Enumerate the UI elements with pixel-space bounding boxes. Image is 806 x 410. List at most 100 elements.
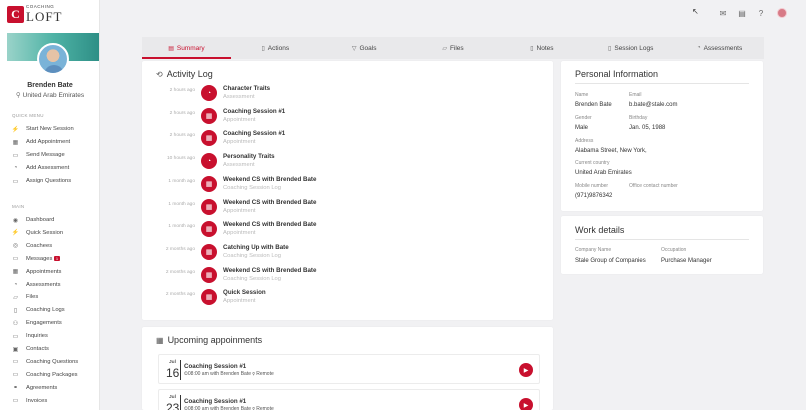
sidebar-nav-icon: ▭ bbox=[12, 359, 19, 366]
sidebar-nav-item[interactable]: ◎ Coachees bbox=[12, 241, 52, 251]
sidebar-nav-item[interactable]: ▭ Coaching Packages bbox=[12, 370, 78, 380]
tab-files[interactable]: ▱ Files bbox=[409, 37, 498, 59]
activity-title: Coaching Session #1 bbox=[223, 107, 286, 115]
sidebar: C COACHING LOFT Brenden Bate ⚲ United Ara… bbox=[0, 0, 100, 410]
activity-type-icon: ▦ bbox=[201, 107, 217, 124]
tab-summary[interactable]: ▤ Summary bbox=[142, 37, 231, 59]
activity-item[interactable]: 2 hours ago ◔ Character Traits Assessment bbox=[142, 85, 542, 107]
activity-type-icon: ▦ bbox=[201, 130, 217, 147]
activity-type: Coaching Session Log bbox=[223, 252, 282, 259]
activity-item[interactable]: 2 months ago ▦ Catching Up with Bate Coachi… bbox=[142, 243, 542, 266]
sidebar-nav-icon: ⚇ bbox=[12, 320, 19, 327]
activity-type: Coaching Session Log bbox=[223, 275, 282, 282]
mobile-value: (971)9876342 bbox=[575, 193, 613, 199]
birthday-label: Birthday bbox=[629, 115, 648, 121]
quick-menu-item[interactable]: ▦ Add Appointment bbox=[12, 137, 71, 147]
sidebar-nav-item[interactable]: ▣ Contacts bbox=[12, 344, 49, 354]
activity-type: Appointment bbox=[223, 230, 256, 237]
quick-menu-item[interactable]: ⚡ Start New Session bbox=[12, 124, 74, 134]
activity-time: 1 month ago bbox=[168, 178, 195, 184]
activity-title: Personality Traits bbox=[223, 153, 275, 161]
activity-title: Quick Session bbox=[223, 289, 266, 297]
sidebar-nav-icon: ▣ bbox=[12, 346, 19, 353]
activity-item[interactable]: 2 hours ago ▦ Coaching Session #1 Appointme… bbox=[142, 107, 542, 130]
activity-item[interactable]: 2 months ago ▦ Weekend CS with Brended Bat… bbox=[142, 266, 542, 289]
divider bbox=[575, 83, 749, 84]
sidebar-nav-item[interactable]: ▯ Coaching Logs bbox=[12, 305, 65, 315]
sidebar-nav-item[interactable]: ▱ Files bbox=[12, 292, 38, 302]
work-details-card: Work details Company Name Stale Group of… bbox=[561, 216, 763, 274]
address-value: Alabama Street, New York, bbox=[575, 148, 647, 154]
activity-type: Assessment bbox=[223, 94, 255, 100]
play-icon[interactable]: ▶ bbox=[519, 363, 533, 377]
sidebar-nav-item[interactable]: ⚭ Agreements bbox=[12, 383, 57, 393]
appointment-divider bbox=[180, 360, 181, 380]
appointment-month: Jul bbox=[169, 395, 176, 400]
help-icon[interactable]: ? bbox=[756, 8, 766, 18]
main-menu-label: MAIN bbox=[12, 204, 25, 209]
brand-logo[interactable]: C COACHING LOFT bbox=[7, 5, 63, 23]
book-icon[interactable]: ▤ bbox=[737, 8, 747, 18]
tab-notes[interactable]: ▯ Notes bbox=[497, 37, 586, 59]
work-details-title: Work details bbox=[575, 225, 625, 235]
activity-type: Appointment bbox=[223, 298, 256, 305]
activity-type-icon: ▦ bbox=[201, 221, 217, 238]
sidebar-nav-item[interactable]: ⚡ Quick Session bbox=[12, 228, 63, 238]
activity-item[interactable]: 1 month ago ▦ Weekend CS with Brended Bate… bbox=[142, 221, 542, 243]
activity-time: 2 months ago bbox=[165, 269, 195, 275]
sidebar-nav-item[interactable]: ◔ Assessments bbox=[12, 280, 61, 290]
tab-assessments[interactable]: ◔ Assessments bbox=[675, 37, 764, 59]
appointment-item[interactable]: Jul 23 Coaching Session #1 ⏲08:00 am with B… bbox=[158, 389, 540, 410]
activity-item[interactable]: 2 hours ago ▦ Coaching Session #1 Appointme… bbox=[142, 130, 542, 152]
sidebar-nav-item[interactable]: ▭ Invoices bbox=[12, 396, 48, 406]
activity-type-icon: ▦ bbox=[201, 289, 217, 306]
sidebar-nav-icon: ◔ bbox=[13, 281, 18, 288]
sidebar-nav-label: Files bbox=[26, 294, 39, 301]
tab-session-logs[interactable]: ▯ Session Logs bbox=[586, 37, 675, 59]
quick-menu-item[interactable]: ◔ Add Assessment bbox=[12, 163, 70, 173]
sidebar-nav-label: Contacts bbox=[26, 346, 49, 352]
tab-actions[interactable]: ▯ Actions bbox=[231, 37, 320, 59]
activity-time: 2 hours ago bbox=[169, 88, 195, 93]
activity-item[interactable]: 1 month ago ▦ Weekend CS with Brended Bate… bbox=[142, 175, 542, 198]
activity-item[interactable]: 2 months ago ▦ Quick Session Appointment bbox=[142, 289, 542, 311]
sidebar-nav-icon: ▯ bbox=[13, 307, 18, 314]
birthday-value: Jan. 05, 1988 bbox=[629, 125, 666, 131]
sidebar-nav-item[interactable]: ▭ Messages 1 bbox=[12, 254, 60, 264]
sidebar-nav-label: Assessments bbox=[26, 281, 61, 288]
activity-item[interactable]: 1 month ago ▦ Weekend CS with Brended Bate… bbox=[142, 198, 542, 221]
appointment-item[interactable]: Jul 16 Coaching Session #1 ⏲08:00 am with B… bbox=[158, 354, 540, 384]
quick-menu-item[interactable]: ▭ Assign Questions bbox=[12, 176, 71, 186]
activity-title: Weekend CS with Brended Bate bbox=[223, 221, 317, 229]
activity-type-icon: ▦ bbox=[201, 175, 217, 192]
sidebar-nav-item[interactable]: ◉ Dashboard bbox=[12, 215, 54, 225]
tab-icon: ▽ bbox=[351, 45, 357, 52]
sidebar-nav-item[interactable]: ▭ Inquiries bbox=[12, 331, 48, 341]
avatar[interactable] bbox=[37, 43, 69, 75]
play-icon[interactable]: ▶ bbox=[519, 398, 533, 410]
activity-type-icon: ◔ bbox=[201, 85, 217, 101]
tab-icon: ▤ bbox=[168, 45, 174, 52]
quick-menu-label: Add Appointment bbox=[26, 139, 71, 145]
activity-type: Appointment bbox=[223, 139, 256, 146]
notification-icon[interactable]: ✉ bbox=[718, 8, 728, 18]
occupation-label: Occupation bbox=[661, 247, 687, 253]
sidebar-nav-item[interactable]: ⚇ Engagements bbox=[12, 318, 62, 328]
tab-goals[interactable]: ▽ Goals bbox=[320, 37, 409, 59]
profile-name: Brenden Bate bbox=[27, 82, 73, 89]
activity-item[interactable]: 10 hours ago ◔ Personality Traits Assessmen… bbox=[142, 153, 542, 175]
activity-type-icon: ◔ bbox=[201, 153, 217, 170]
sidebar-nav-icon: ◉ bbox=[12, 217, 19, 224]
activity-time: 2 hours ago bbox=[169, 133, 195, 139]
activity-title: Weekend CS with Brended Bate bbox=[223, 198, 317, 206]
user-avatar[interactable] bbox=[777, 8, 787, 18]
activity-time: 2 months ago bbox=[165, 246, 195, 252]
location-pin-icon: ⚲ bbox=[15, 92, 21, 99]
sidebar-nav-item[interactable]: ▭ Coaching Questions bbox=[12, 357, 79, 367]
quick-menu-item[interactable]: ▭ Send Message bbox=[12, 150, 65, 160]
sidebar-nav-icon: ⚭ bbox=[12, 385, 19, 392]
sidebar-nav-item[interactable]: ▦ Appointments bbox=[12, 267, 62, 277]
sidebar-nav-icon: ▭ bbox=[12, 256, 19, 263]
activity-type: Appointment bbox=[223, 207, 256, 214]
activity-title: Weekend CS with Brended Bate bbox=[223, 175, 317, 183]
